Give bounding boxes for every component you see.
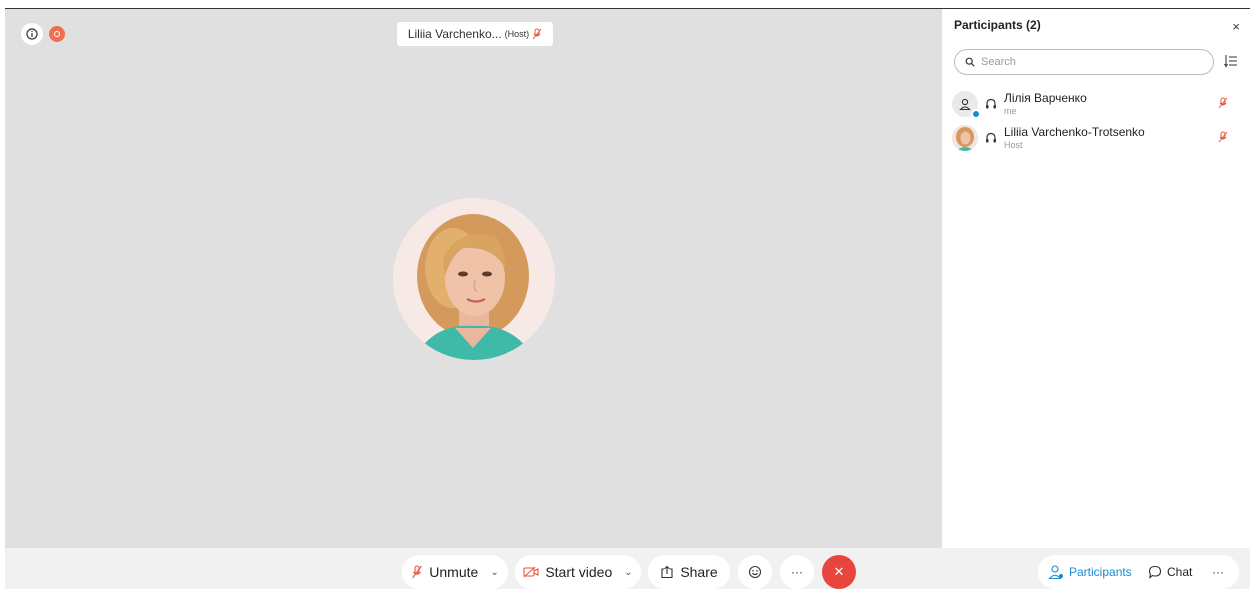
panel-title: Participants (2) bbox=[954, 18, 1041, 32]
meeting-app: Liliia Varchenko... (Host) Participants … bbox=[0, 0, 1250, 589]
avatar bbox=[952, 91, 981, 119]
meeting-toolbar: Unmute ⌄ Start video ⌄ Share ··· ✕ Parti… bbox=[5, 548, 1250, 589]
participants-toggle-button[interactable]: Participants bbox=[1048, 555, 1132, 589]
start-video-label: Start video bbox=[545, 564, 613, 580]
active-speaker-avatar bbox=[393, 198, 555, 360]
share-label: Share bbox=[680, 564, 718, 580]
chat-toggle-button[interactable]: Chat bbox=[1148, 555, 1192, 589]
leave-meeting-button[interactable]: ✕ bbox=[822, 555, 856, 589]
video-stage: Liliia Varchenko... (Host) bbox=[5, 8, 942, 548]
chevron-down-icon[interactable]: ⌄ bbox=[490, 567, 498, 578]
participant-text: Liliia Varchenko-Trotsenko Host bbox=[1004, 124, 1145, 150]
start-video-button[interactable]: Start video ⌄ bbox=[515, 555, 641, 589]
user-photo bbox=[952, 125, 978, 151]
active-speaker-role: (Host) bbox=[504, 29, 530, 39]
info-button[interactable] bbox=[21, 23, 43, 45]
participant-name: Лілія Варченко bbox=[1004, 90, 1087, 105]
participant-row[interactable]: Лілія Варченко me bbox=[952, 87, 1242, 121]
participant-search[interactable] bbox=[954, 49, 1214, 75]
share-icon bbox=[661, 565, 673, 579]
search-input[interactable] bbox=[981, 56, 1181, 68]
active-speaker-name: Liliia Varchenko... bbox=[407, 27, 502, 41]
unmute-button[interactable]: Unmute ⌄ bbox=[402, 555, 508, 589]
close-panel-button[interactable]: × bbox=[1232, 19, 1240, 34]
participant-row[interactable]: Liliia Varchenko-Trotsenko Host bbox=[952, 121, 1242, 155]
panel-more-button[interactable]: ··· bbox=[1212, 555, 1224, 589]
microphone-muted-icon bbox=[1218, 131, 1228, 143]
recording-indicator[interactable] bbox=[49, 26, 65, 42]
reactions-button[interactable] bbox=[738, 555, 772, 589]
chevron-down-icon[interactable]: ⌄ bbox=[624, 567, 632, 578]
more-icon: ··· bbox=[791, 565, 803, 579]
record-icon bbox=[54, 31, 60, 37]
participant-text: Лілія Варченко me bbox=[1004, 90, 1087, 116]
participant-list: Лілія Варченко me Liliia Varchenko-Trots… bbox=[952, 87, 1242, 155]
headset-icon bbox=[986, 98, 996, 109]
active-speaker-tag: Liliia Varchenko... (Host) bbox=[397, 22, 553, 46]
microphone-muted-icon bbox=[1218, 97, 1228, 109]
share-button[interactable]: Share bbox=[648, 555, 730, 589]
close-icon: ✕ bbox=[833, 564, 845, 579]
sort-icon[interactable] bbox=[1224, 54, 1238, 68]
microphone-muted-icon bbox=[412, 565, 423, 579]
participants-panel: Participants (2) × Лілія Варченко me bbox=[942, 8, 1250, 548]
participant-subtitle: Host bbox=[1004, 139, 1023, 150]
chat-icon bbox=[1148, 565, 1162, 579]
info-icon bbox=[26, 28, 38, 40]
chat-label: Chat bbox=[1167, 565, 1193, 579]
participants-label: Participants bbox=[1069, 565, 1132, 579]
search-icon bbox=[965, 57, 975, 67]
participants-icon bbox=[1048, 565, 1063, 580]
status-badge bbox=[971, 109, 981, 119]
video-off-icon bbox=[523, 566, 539, 578]
microphone-muted-icon bbox=[532, 28, 542, 40]
participant-subtitle: me bbox=[1004, 105, 1017, 116]
unmute-label: Unmute bbox=[429, 564, 479, 580]
headset-icon bbox=[986, 132, 996, 143]
more-icon: ··· bbox=[1212, 565, 1224, 579]
person-icon bbox=[959, 98, 971, 111]
avatar bbox=[952, 125, 978, 151]
participant-name: Liliia Varchenko-Trotsenko bbox=[1004, 124, 1145, 139]
more-options-button[interactable]: ··· bbox=[780, 555, 814, 589]
emoji-icon bbox=[748, 565, 762, 579]
